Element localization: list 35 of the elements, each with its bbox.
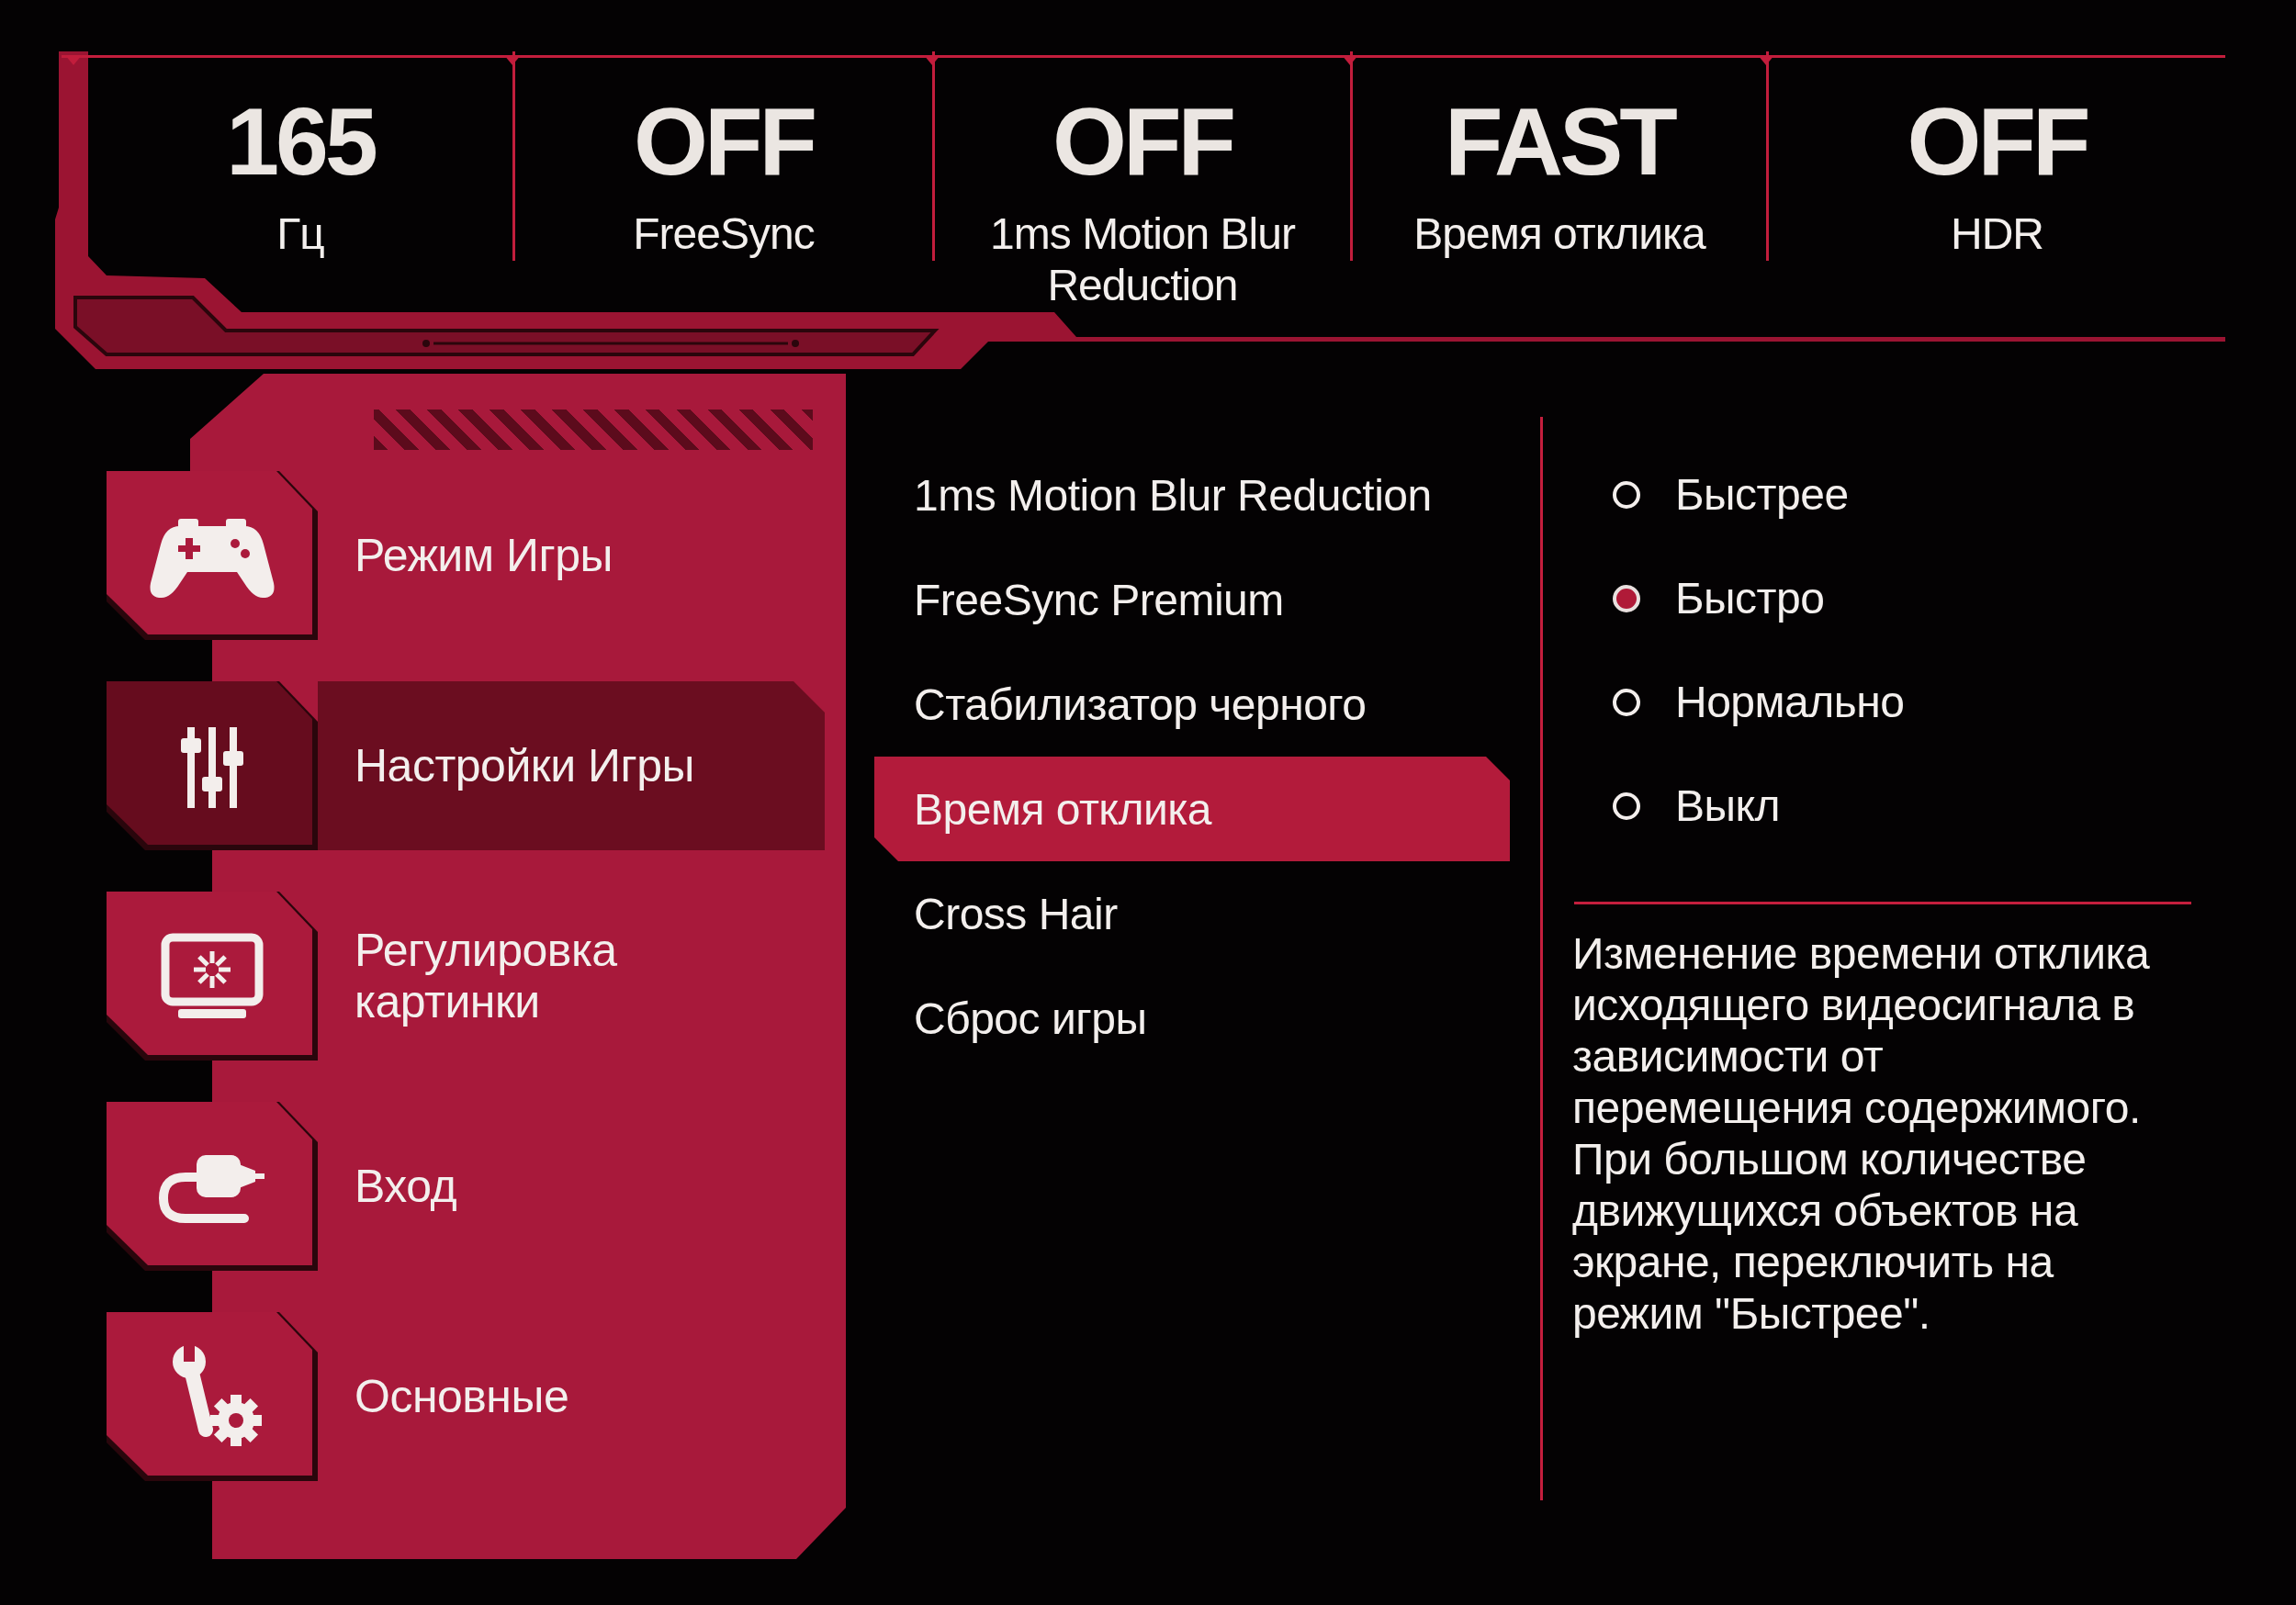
status-label: 1ms Motion Blur Reduction xyxy=(989,208,1297,311)
status-value: 165 xyxy=(226,94,375,189)
status-label: Гц xyxy=(276,208,324,260)
option-label[interactable]: Быстро xyxy=(1675,573,1825,623)
status-value: FAST xyxy=(1445,94,1674,189)
menu-item[interactable]: Настройки Игры xyxy=(107,681,825,850)
submenu-item[interactable]: FreeSync Premium xyxy=(874,547,1510,652)
status-label: Время отклика xyxy=(1413,208,1705,260)
option-label[interactable]: Выкл xyxy=(1675,780,1781,831)
gamepad-icon xyxy=(107,471,318,640)
wrench-gear-icon xyxy=(107,1312,318,1481)
menu-item[interactable]: Режим Игры xyxy=(107,471,825,640)
status-label: FreeSync xyxy=(633,208,815,260)
radio-button[interactable] xyxy=(1611,790,1642,822)
submenu-item[interactable]: 1ms Motion Blur Reduction xyxy=(874,443,1510,547)
plug-icon xyxy=(107,1102,318,1271)
status-value: OFF xyxy=(1052,94,1232,189)
radio-button[interactable] xyxy=(1611,686,1642,718)
sliders-icon xyxy=(107,681,318,850)
submenu-item[interactable]: Стабилизатор черного xyxy=(874,652,1510,757)
menu-item[interactable]: Регулировка картинки xyxy=(107,892,825,1061)
status-value: OFF xyxy=(634,94,814,189)
monitor-icon xyxy=(107,892,318,1061)
menu-item[interactable]: Вход xyxy=(107,1102,825,1271)
description-text: Изменение времени отклика исходящего видеосигнала в зависимости от перемещения содержимого. При большом количестве движущихся объектов на экране, переключить на режим "Быстрее". xyxy=(1572,928,2151,1340)
radio-button[interactable] xyxy=(1611,582,1642,614)
status-value: OFF xyxy=(1907,94,2088,189)
option-label[interactable]: Нормально xyxy=(1675,677,1905,727)
radio-button[interactable] xyxy=(1611,478,1642,511)
option-label[interactable]: Быстрее xyxy=(1675,469,1849,520)
submenu-item[interactable]: Время отклика xyxy=(874,757,1510,861)
submenu-item[interactable]: Сброс игры xyxy=(874,966,1510,1071)
submenu-item[interactable]: Cross Hair xyxy=(874,861,1510,966)
menu-item[interactable]: Основные xyxy=(107,1312,825,1481)
status-label: HDR xyxy=(1951,208,2043,260)
